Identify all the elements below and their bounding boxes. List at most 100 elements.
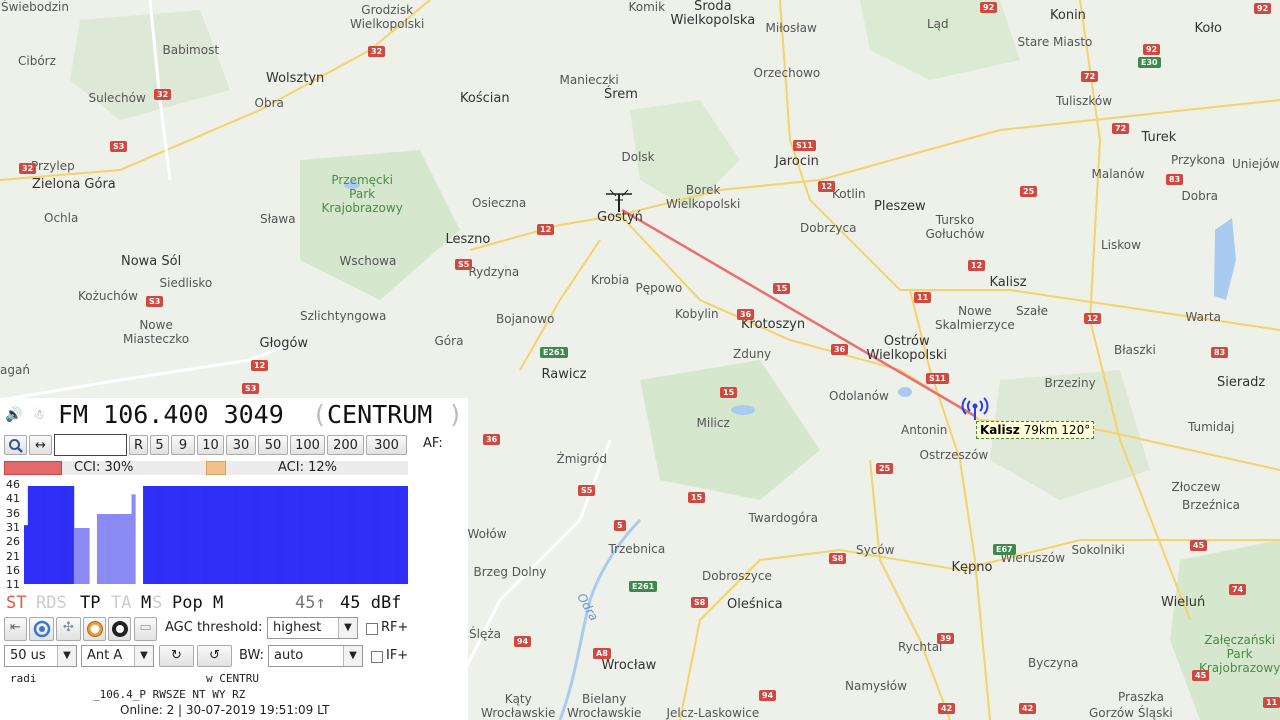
search-button[interactable] [4, 435, 27, 455]
clock-button[interactable] [83, 617, 106, 641]
signal-bar [281, 486, 286, 584]
signal-bar [158, 486, 163, 584]
settings-button[interactable]: ✣ [56, 617, 81, 641]
step-button[interactable]: 100 [290, 435, 325, 455]
road-shield: 32 [19, 163, 37, 174]
signal-bar [269, 486, 274, 584]
road-shield: 83 [1211, 347, 1229, 358]
rotate-ccw-button[interactable]: ↺ [197, 645, 232, 667]
city-label: Leszno [445, 232, 491, 247]
city-label: Sieradz [1217, 375, 1266, 390]
city-label: Obra [254, 96, 284, 110]
road-shield: 25 [876, 463, 894, 474]
city-label: Świebodzin [1, 0, 69, 14]
rotate-cw-button[interactable]: ↻ [159, 645, 194, 667]
signal-bar [300, 486, 305, 584]
cci-label: CCI: 30% [74, 460, 134, 475]
step-button[interactable]: R [129, 435, 148, 455]
bandwidth-select[interactable]: auto ▼ [268, 645, 363, 667]
road-shield: 83 [1166, 174, 1184, 185]
signal-bar [216, 486, 221, 584]
city-label: Środa Wielkopolska [670, 0, 756, 28]
city-label: Wieluń [1161, 595, 1206, 610]
deemphasis-select[interactable]: 50 us ▼ [4, 645, 77, 667]
signal-bar [384, 486, 390, 584]
frequency-display[interactable]: FM 106.400 3049 [58, 400, 284, 429]
transmitter-label[interactable]: Kalisz 79km 120° [976, 421, 1095, 439]
city-label: Komik [628, 0, 666, 14]
city-label: agań [0, 363, 30, 377]
frequency-input[interactable] [54, 434, 127, 456]
road-shield: S11 [926, 373, 949, 384]
signal-bar [192, 486, 198, 584]
step-button[interactable]: 5 [150, 435, 169, 455]
speaker-icon[interactable]: 🔊 [5, 407, 22, 423]
transmitter-icon[interactable] [961, 396, 989, 420]
road-shield: E30 [1138, 57, 1161, 68]
road-shield: 92 [1254, 3, 1272, 14]
city-label: Odolanów [829, 389, 889, 403]
aci-bar-fill [206, 461, 226, 475]
signal-bar [323, 486, 328, 584]
step-button[interactable]: 10 [197, 435, 224, 455]
lock-icon[interactable]: ☃ [33, 408, 45, 423]
city-label: Nowe Skalmierzyce [935, 304, 1015, 332]
signal-bar [166, 486, 171, 584]
clear-button[interactable]: ▭ [134, 617, 157, 641]
signal-bar [70, 486, 75, 584]
signal-bar [381, 486, 386, 584]
city-label: Stare Miasto [1017, 35, 1093, 49]
city-label: Sokolniki [1071, 543, 1125, 557]
back-button[interactable]: ⇤ [4, 617, 27, 641]
road-shield: S3 [110, 141, 128, 152]
agc-select[interactable]: highest ▼ [267, 617, 358, 639]
signal-bar [104, 514, 109, 584]
antenna-select[interactable]: Ant A ▼ [81, 645, 154, 667]
signal-bar [342, 486, 347, 584]
road-shield: 5 [614, 520, 626, 531]
city-label: Jarocin [775, 154, 819, 169]
city-label: Gorzów Śląski [1089, 706, 1173, 720]
signal-bar [338, 486, 344, 584]
city-label: Sława [260, 212, 296, 226]
step-button[interactable]: 30 [226, 435, 256, 455]
city-label: Osieczna [472, 196, 527, 210]
city-label: Ostrzeszów [919, 448, 989, 462]
rds-sync-button[interactable] [29, 617, 54, 641]
city-label: Kożuchów [78, 289, 138, 303]
city-label: Uniejów [1232, 157, 1280, 171]
signal-graph [24, 486, 408, 584]
signal-bar [392, 486, 397, 584]
signal-bar [62, 486, 67, 584]
step-button[interactable]: 9 [171, 435, 195, 455]
city-label: Kąty Wrocławskie [481, 692, 556, 720]
signal-bar [54, 486, 59, 584]
receiver-antenna-icon[interactable] [604, 188, 634, 216]
road-shield: S3 [146, 296, 164, 307]
signal-bar [150, 486, 155, 584]
swap-arrows-button[interactable]: ↔ [29, 435, 52, 455]
chevron-down-icon: ▼ [343, 646, 362, 666]
signal-bar [85, 528, 90, 584]
record-button[interactable] [108, 617, 131, 641]
city-label: Przylep [31, 159, 75, 173]
signal-bar [296, 486, 301, 584]
signal-bar [162, 486, 167, 584]
agc-value: highest [273, 620, 322, 635]
city-label: Babimost [162, 43, 220, 57]
if-plus-checkbox[interactable] [371, 651, 383, 663]
road-shield: 15 [688, 492, 706, 503]
signal-bar [31, 486, 36, 584]
step-button[interactable]: 300 [366, 435, 407, 455]
city-label: Siedlisko [159, 276, 213, 290]
signal-bar [285, 486, 290, 584]
city-label: Sulechów [88, 91, 146, 105]
city-label: Orzechowo [753, 66, 821, 80]
step-button[interactable]: 50 [258, 435, 288, 455]
step-button[interactable]: 200 [327, 435, 364, 455]
rf-plus-checkbox[interactable] [366, 623, 378, 635]
signal-bar [361, 486, 367, 584]
swap-arrows-icon: ↔ [35, 438, 46, 453]
signal-bar [116, 514, 121, 584]
signal-bar [146, 486, 152, 584]
